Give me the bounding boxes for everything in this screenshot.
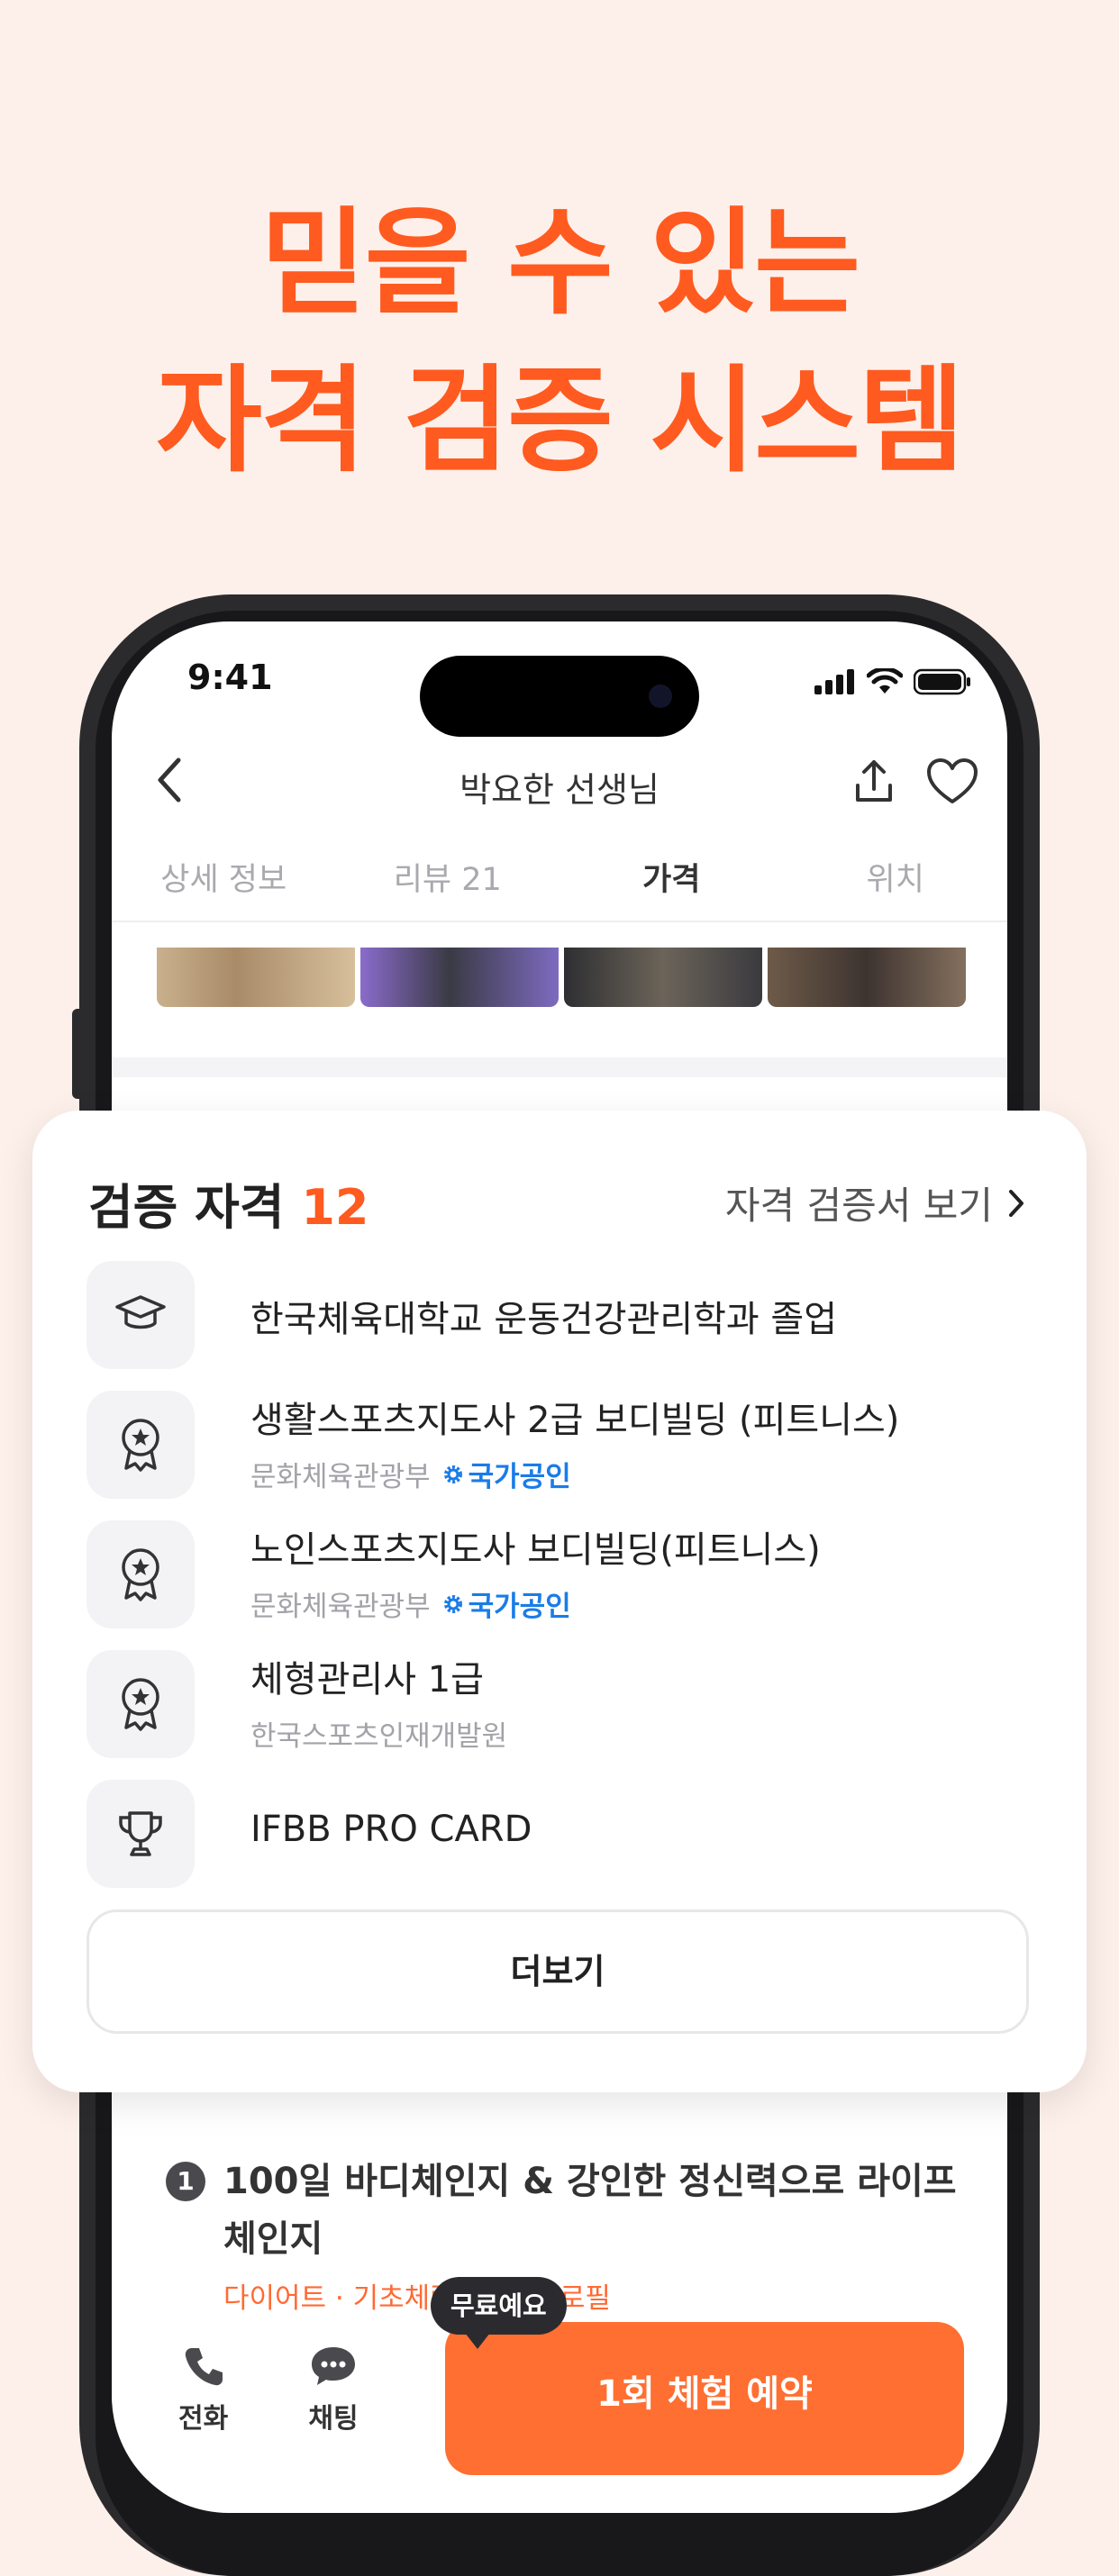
heart-icon[interactable]	[924, 755, 980, 809]
chat-bubble-icon	[312, 2347, 355, 2385]
view-certificates-label: 자격 검증서 보기	[724, 1184, 993, 1228]
chat-label: 채팅	[308, 2403, 359, 2435]
verified-credentials-card: 검증 자격 12 자격 검증서 보기 한국체육대학교 운동건강관리학과 졸업 생…	[32, 1111, 1087, 2092]
award-medal-icon	[86, 1520, 195, 1628]
tab-detail[interactable]: 상세 정보	[112, 848, 336, 921]
credential-issuer-row: 문화체육관광부 국가공인	[250, 1583, 571, 1624]
tab-price[interactable]: 가격	[560, 848, 784, 921]
credential-name: IFBB PRO CARD	[250, 1809, 532, 1850]
credential-name: 체형관리사 1급	[250, 1659, 484, 1701]
headline-line-1: 믿을 수 있는	[260, 196, 860, 331]
camera-icon	[649, 685, 672, 708]
phone-side-button	[72, 1009, 85, 1099]
chat-button[interactable]: 채팅	[308, 2344, 359, 2435]
credential-issuer: 문화체육관광부	[250, 1461, 431, 1493]
battery-icon	[914, 668, 970, 695]
book-trial-button[interactable]: 1회 체험 예약	[445, 2322, 964, 2475]
gear-badge-icon	[443, 1594, 462, 1613]
signal-icon	[814, 669, 854, 694]
trophy-icon	[86, 1780, 195, 1888]
graduation-cap-icon	[86, 1261, 195, 1369]
national-cert-badge: 국가공인	[441, 1454, 571, 1494]
badge-label: 국가공인	[468, 1591, 571, 1623]
section-divider	[112, 1057, 1007, 1077]
credential-name: 생활스포츠지도사 2급 보디빌딩 (피트니스)	[250, 1400, 900, 1441]
credential-name: 한국체육대학교 운동건강관리학과 졸업	[250, 1299, 838, 1340]
photo-thumbnail[interactable]	[564, 948, 762, 1007]
program-number-badge: 1	[166, 2162, 205, 2201]
credential-issuer-row: 문화체육관광부 국가공인	[250, 1454, 571, 1494]
credential-issuer: 한국스포츠인재개발원	[250, 1720, 508, 1753]
status-time: 9:41	[187, 658, 273, 697]
national-cert-badge: 국가공인	[441, 1583, 571, 1624]
dynamic-island	[420, 656, 699, 737]
tab-bar: 상세 정보 리뷰 21 가격 위치	[112, 848, 1007, 922]
credential-item: 노인스포츠지도사 보디빌딩(피트니스) 문화체육관광부 국가공인	[86, 1520, 1033, 1628]
award-medal-icon	[86, 1650, 195, 1758]
wifi-icon	[867, 668, 903, 694]
share-icon[interactable]	[847, 755, 901, 809]
card-title-text: 검증 자격	[88, 1179, 285, 1236]
call-label: 전화	[178, 2403, 229, 2435]
photo-thumbnail[interactable]	[360, 948, 559, 1007]
tab-location[interactable]: 위치	[784, 848, 1008, 921]
program-title: 100일 바디체인지 & 강인한 정신력으로 라이프 체인지	[223, 2161, 957, 2260]
credential-item: 한국체육대학교 운동건강관리학과 졸업	[86, 1261, 1033, 1369]
tab-reviews[interactable]: 리뷰 21	[336, 848, 560, 921]
view-certificates-link[interactable]: 자격 검증서 보기	[725, 1175, 1025, 1230]
credential-name: 노인스포츠지도사 보디빌딩(피트니스)	[250, 1529, 821, 1571]
photo-strip	[157, 948, 966, 1007]
gear-badge-icon	[443, 1465, 462, 1483]
card-title: 검증 자격 12	[88, 1167, 369, 1238]
phone-icon	[185, 2348, 223, 2386]
chevron-right-icon	[1009, 1189, 1023, 1217]
badge-label: 국가공인	[468, 1461, 571, 1493]
status-icons	[814, 668, 971, 695]
credential-item: 생활스포츠지도사 2급 보디빌딩 (피트니스) 문화체육관광부 국가공인	[86, 1391, 1033, 1499]
free-tooltip: 무료예요	[431, 2277, 567, 2349]
photo-thumbnail[interactable]	[157, 948, 355, 1007]
headline-line-2: 자격 검증 시스템	[156, 354, 964, 488]
award-medal-icon	[86, 1391, 195, 1499]
photo-thumbnail[interactable]	[768, 948, 966, 1007]
credential-item: 체형관리사 1급 한국스포츠인재개발원	[86, 1650, 1033, 1758]
call-button[interactable]: 전화	[178, 2344, 228, 2435]
more-button[interactable]: 더보기	[86, 1909, 1029, 2034]
credential-count: 12	[301, 1179, 369, 1236]
promo-headline: 믿을 수 있는 자격 검증 시스템	[0, 185, 1119, 500]
credential-item: IFBB PRO CARD	[86, 1780, 1033, 1888]
credential-issuer: 문화체육관광부	[250, 1591, 431, 1623]
